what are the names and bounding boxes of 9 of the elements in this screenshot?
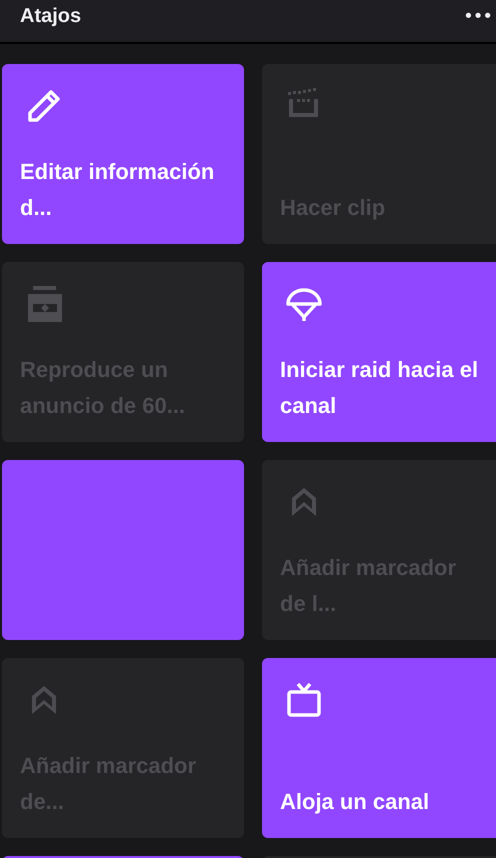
shortcut-tile[interactable]: Aloja un canal	[262, 658, 496, 838]
panel-title: Atajos	[20, 4, 82, 28]
shortcut-label: Editar información d...	[20, 158, 216, 222]
shortcut-tile[interactable]	[2, 460, 244, 640]
shortcut-tile[interactable]: Iniciar raid hacia el canal	[262, 262, 496, 442]
shortcut-label: Iniciar raid hacia el canal	[280, 356, 480, 420]
shortcut-tile[interactable]: Editar información d...	[2, 64, 244, 244]
shortcut-label: Aloja un canal	[280, 788, 430, 816]
more-options-button[interactable]: •••	[463, 6, 492, 26]
